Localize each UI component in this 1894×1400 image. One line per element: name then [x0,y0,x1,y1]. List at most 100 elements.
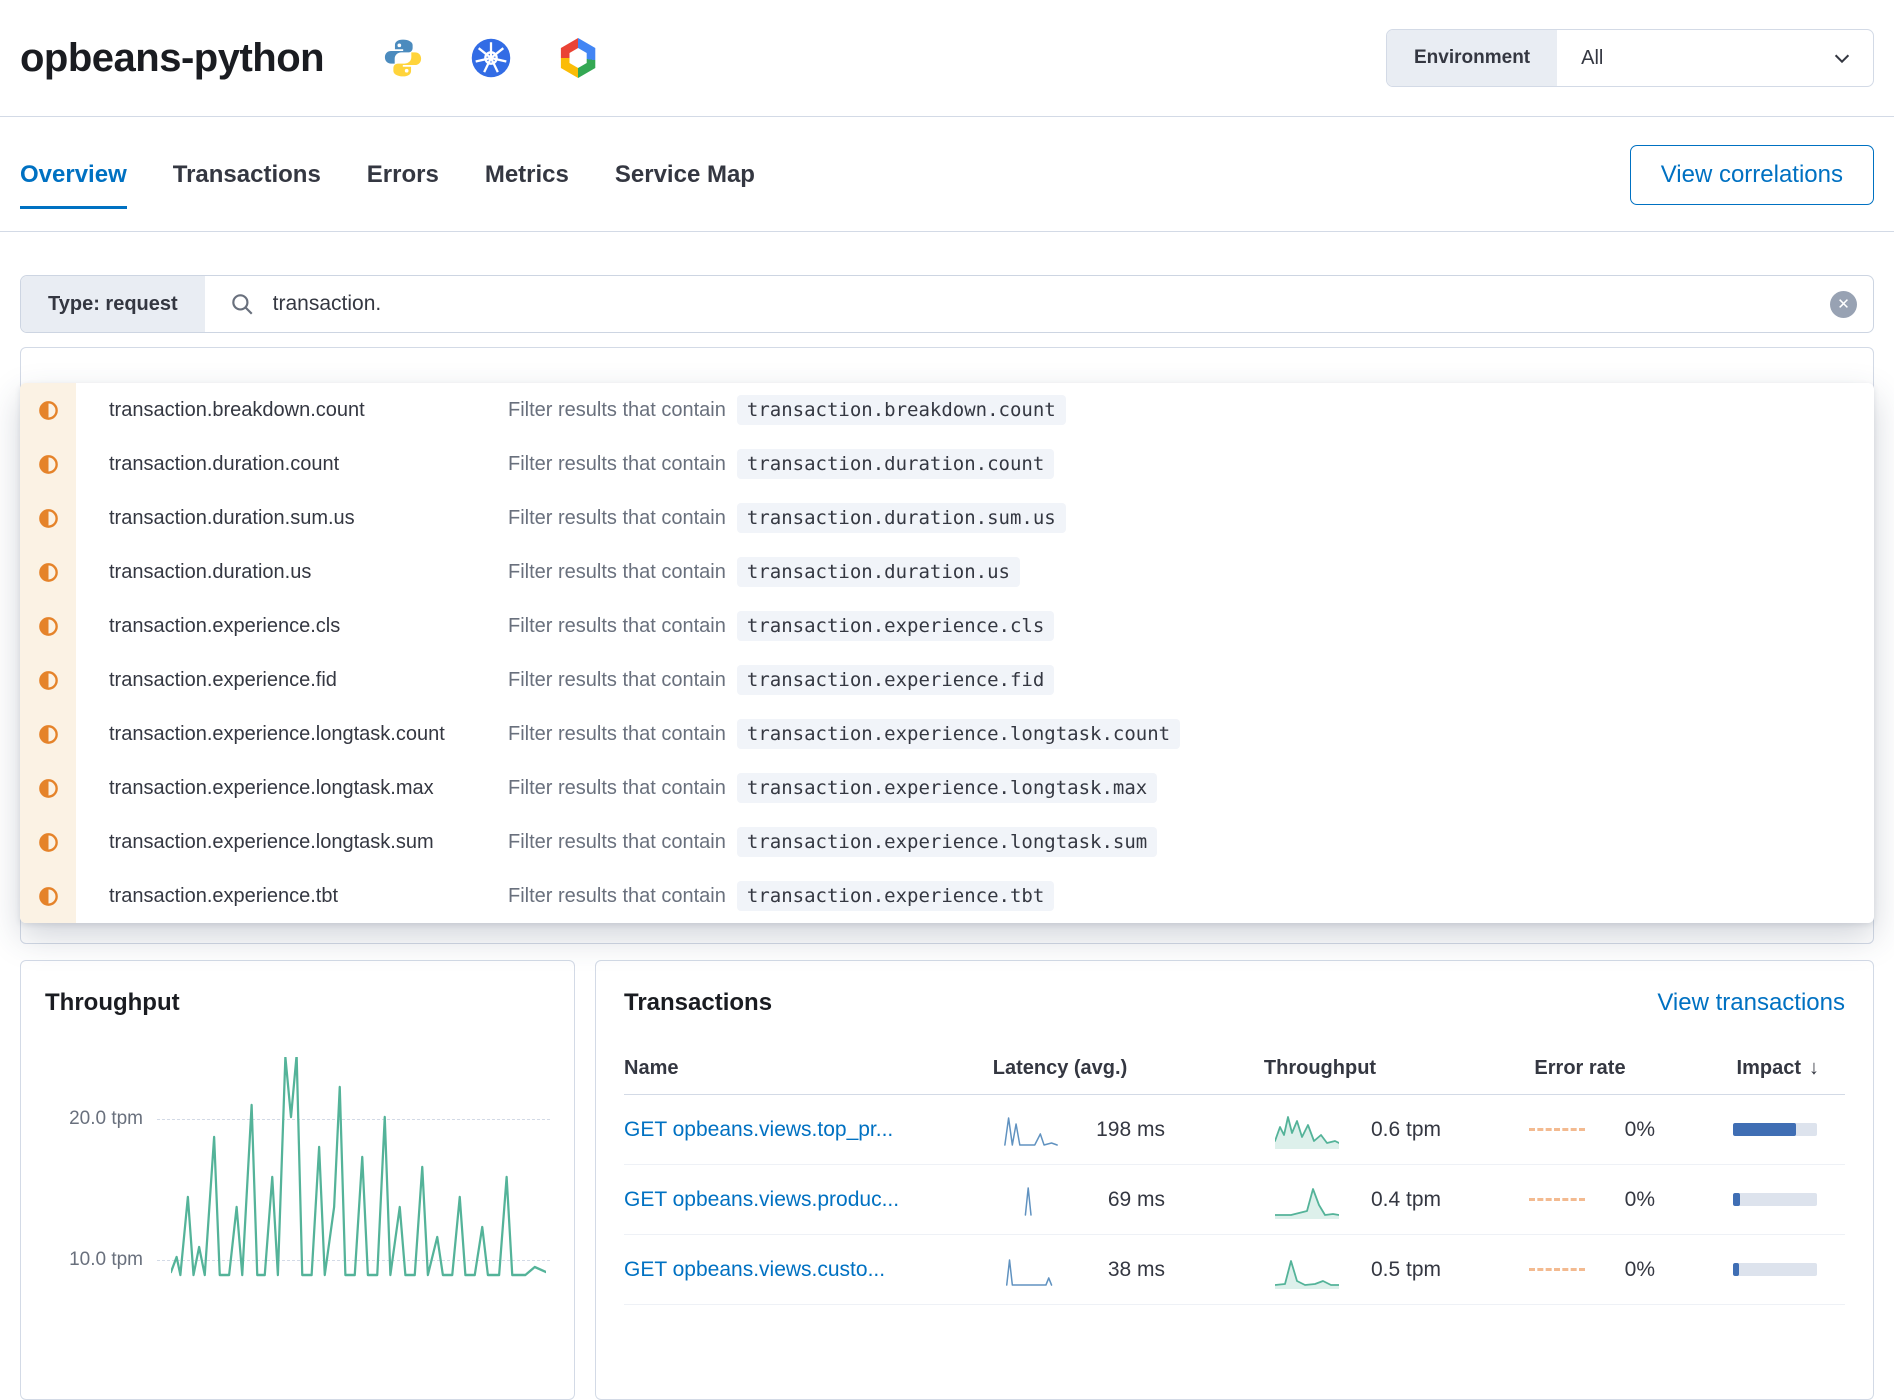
suggestion-description: Filter results that contain transaction.… [508,773,1874,803]
kql-field-icon [20,383,76,437]
suggestion-field-name: transaction.duration.count [76,453,508,476]
transactions-panel: Transactions View transactions Name Late… [595,960,1874,1400]
throughput-cell: 0.4 tpm [1175,1181,1465,1219]
tab-metrics[interactable]: Metrics [485,161,569,209]
suggestion-item[interactable]: transaction.experience.longtask.max Filt… [20,761,1874,815]
column-header-throughput[interactable]: Throughput [1175,1057,1465,1080]
latency-value: 198 ms [1091,1118,1165,1142]
kql-field-icon [20,599,76,653]
column-header-name[interactable]: Name [624,1057,945,1080]
kql-field-icon [20,707,76,761]
column-header-impact[interactable]: Impact ↓ [1695,1057,1845,1080]
throughput-line-series [171,1057,546,1357]
suggestion-description: Filter results that contain transaction.… [508,395,1874,425]
suggestion-code: transaction.experience.tbt [737,881,1054,911]
kql-field-icon [20,545,76,599]
throughput-value: 0.6 tpm [1367,1118,1441,1142]
kql-search-bar: Type: request ✕ [20,275,1874,333]
table-row: GET opbeans.views.produc... 69 ms 0.4 tp… [624,1165,1845,1235]
main-content: Type: request ✕ Average transaction.brea… [20,275,1874,944]
suggestion-item[interactable]: transaction.experience.cls Filter result… [20,599,1874,653]
suggestion-field-name: transaction.experience.longtask.max [76,777,508,800]
type-filter-badge[interactable]: Type: request [21,276,205,332]
throughput-panel: Throughput 20.0 tpm 10.0 tpm [20,960,575,1400]
latency-cell: 69 ms [945,1182,1175,1218]
suggestion-code: transaction.experience.fid [737,665,1054,695]
latency-cell: 198 ms [945,1112,1175,1148]
throughput-sparkline [1275,1111,1339,1149]
page-title: opbeans-python [20,36,324,81]
suggestion-field-name: transaction.duration.sum.us [76,507,508,530]
error-rate-value: 0% [1621,1118,1655,1142]
y-tick-label: 10.0 tpm [45,1249,157,1271]
environment-filter: Environment All [1386,29,1874,87]
suggestion-item[interactable]: transaction.duration.sum.us Filter resul… [20,491,1874,545]
kubernetes-logo-icon [470,37,512,79]
python-logo-icon [382,37,424,79]
transaction-link[interactable]: GET opbeans.views.produc... [624,1188,945,1212]
suggestion-item[interactable]: transaction.experience.tbt Filter result… [20,869,1874,923]
environment-select[interactable]: All [1557,30,1873,86]
suggestion-item[interactable]: transaction.experience.longtask.sum Filt… [20,815,1874,869]
tab-overview[interactable]: Overview [20,161,127,209]
kql-field-icon [20,815,76,869]
column-header-error-rate[interactable]: Error rate [1465,1057,1695,1080]
chevron-down-icon [1831,47,1853,69]
service-agent-icons [382,37,598,79]
table-header-row: Name Latency (avg.) Throughput Error rat… [624,1057,1845,1095]
table-body: GET opbeans.views.top_pr... 198 ms 0.6 t… [624,1095,1845,1305]
environment-label: Environment [1387,30,1557,86]
suggestion-item[interactable]: transaction.breakdown.count Filter resul… [20,383,1874,437]
transaction-link[interactable]: GET opbeans.views.top_pr... [624,1118,945,1142]
error-rate-cell: 0% [1465,1188,1695,1212]
suggestion-description: Filter results that contain transaction.… [508,449,1874,479]
suggestion-item[interactable]: transaction.experience.longtask.count Fi… [20,707,1874,761]
throughput-chart: 20.0 tpm 10.0 tpm [45,1057,550,1377]
suggestion-code: transaction.experience.longtask.max [737,773,1157,803]
suggestion-item[interactable]: transaction.experience.fid Filter result… [20,653,1874,707]
suggestion-description: Filter results that contain transaction.… [508,557,1874,587]
error-rate-sparkline [1529,1128,1585,1131]
kql-field-icon [20,761,76,815]
column-header-latency[interactable]: Latency (avg.) [945,1057,1175,1080]
environment-selected-value: All [1581,47,1603,70]
transactions-title: Transactions [624,989,772,1017]
latency-sparkline [1003,1112,1059,1148]
error-rate-cell: 0% [1465,1118,1695,1142]
throughput-title: Throughput [45,989,550,1017]
suggestion-field-name: transaction.experience.fid [76,669,508,692]
suggestion-item[interactable]: transaction.duration.us Filter results t… [20,545,1874,599]
kql-field-icon [20,437,76,491]
suggestion-description: Filter results that contain transaction.… [508,881,1874,911]
error-rate-value: 0% [1621,1188,1655,1212]
service-header: opbeans-python [0,0,1894,117]
search-icon [229,291,255,317]
suggestion-field-name: transaction.duration.us [76,561,508,584]
suggestion-field-name: transaction.experience.longtask.count [76,723,508,746]
suggestion-code: transaction.breakdown.count [737,395,1066,425]
suggestion-field-name: transaction.experience.cls [76,615,508,638]
clear-search-button[interactable]: ✕ [1830,291,1857,318]
latency-value: 69 ms [1091,1188,1165,1212]
bottom-panels: Throughput 20.0 tpm 10.0 tpm Transaction… [20,960,1874,1400]
impact-cell [1695,1123,1845,1136]
tab-transactions[interactable]: Transactions [173,161,321,209]
suggestion-item[interactable]: transaction.duration.count Filter result… [20,437,1874,491]
tab-service-map[interactable]: Service Map [615,161,755,209]
throughput-sparkline [1275,1181,1339,1219]
view-correlations-button[interactable]: View correlations [1630,145,1874,205]
suggestion-description: Filter results that contain transaction.… [508,665,1874,695]
sort-descending-icon: ↓ [1809,1057,1819,1080]
view-transactions-link[interactable]: View transactions [1657,989,1845,1017]
kql-field-icon [20,869,76,923]
service-tabs-bar: Overview Transactions Errors Metrics Ser… [0,117,1894,232]
error-rate-sparkline [1529,1198,1585,1201]
table-row: GET opbeans.views.custo... 38 ms 0.5 tpm… [624,1235,1845,1305]
suggestion-description: Filter results that contain transaction.… [508,719,1874,749]
tab-errors[interactable]: Errors [367,161,439,209]
suggestion-description: Filter results that contain transaction.… [508,611,1874,641]
impact-bar [1733,1193,1817,1206]
search-input[interactable] [271,291,1873,317]
suggestion-description: Filter results that contain transaction.… [508,503,1874,533]
impact-bar-fill [1733,1123,1796,1136]
